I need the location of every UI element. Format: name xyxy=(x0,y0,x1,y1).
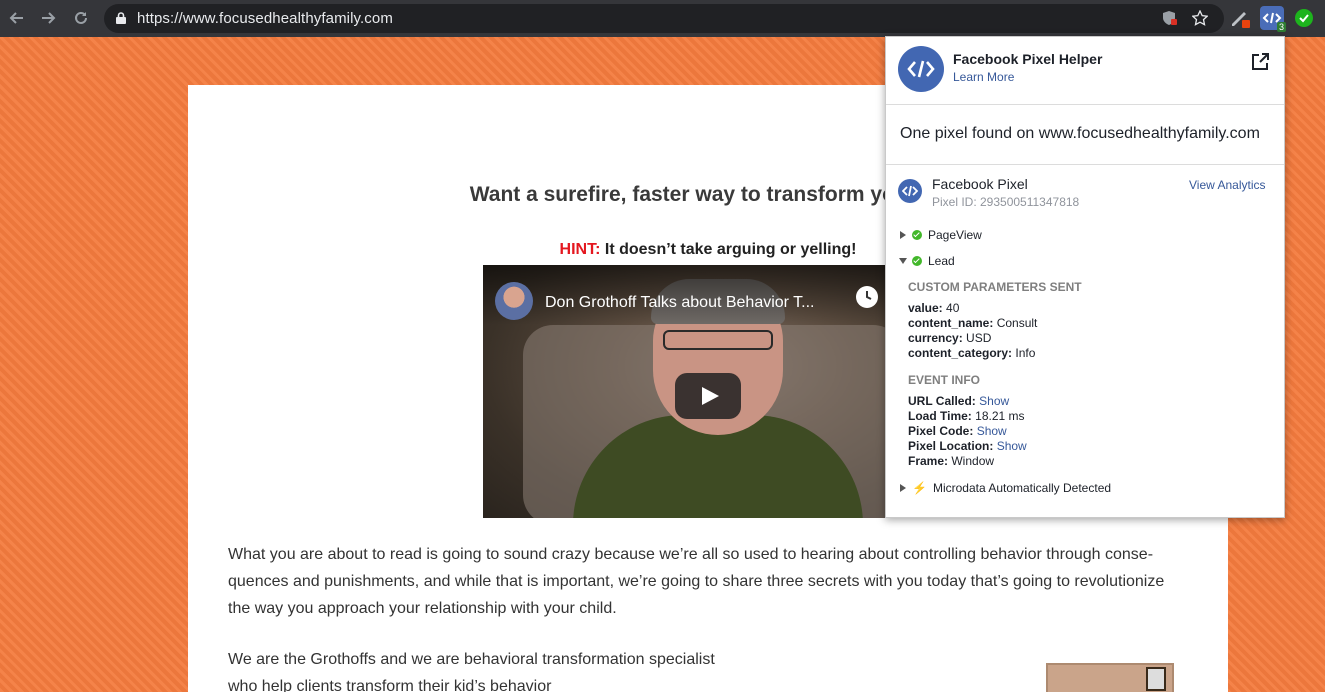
expand-triangle-icon xyxy=(900,231,906,239)
green-extension-icon[interactable] xyxy=(1292,6,1316,30)
bookmark-star-icon[interactable] xyxy=(1192,10,1208,26)
about-line-2: who help clients transform their kid’s b… xyxy=(228,678,552,692)
lightning-bolt-icon: ⚡ xyxy=(912,481,927,495)
channel-avatar[interactable] xyxy=(495,282,533,320)
pixel-name: Facebook Pixel xyxy=(932,176,1028,192)
intro-paragraph: What you are about to read is going to s… xyxy=(228,541,1188,622)
address-bar[interactable]: https://www.focusedhealthyfamily.com xyxy=(104,4,1224,33)
pixel-helper-logo xyxy=(898,46,944,92)
code-brackets-icon xyxy=(902,185,918,197)
event-lead-label: Lead xyxy=(928,254,955,268)
learn-more-link[interactable]: Learn More xyxy=(953,70,1014,84)
param-row: value: 40 xyxy=(908,301,960,315)
show-url-link[interactable]: Show xyxy=(979,394,1009,408)
url-text[interactable]: https://www.focusedhealthyfamily.com xyxy=(137,10,393,27)
event-pageview-row[interactable]: PageView xyxy=(900,227,982,243)
forward-arrow-icon xyxy=(42,12,56,24)
popup-title: Facebook Pixel Helper xyxy=(953,51,1103,67)
family-photo xyxy=(1046,663,1174,692)
external-link-icon[interactable] xyxy=(1250,52,1270,72)
pixel-summary: One pixel found on www.focusedhealthyfam… xyxy=(900,125,1260,142)
back-arrow-icon xyxy=(9,12,23,24)
event-pageview-label: PageView xyxy=(928,228,982,242)
shield-blocked-icon[interactable] xyxy=(1162,10,1178,26)
video-person-glasses xyxy=(663,330,773,350)
video-player[interactable]: Don Grothoff Talks about Behavior T... xyxy=(483,265,933,518)
pixel-helper-extension-button[interactable]: 3 xyxy=(1260,6,1286,32)
reload-icon xyxy=(75,11,87,24)
browser-toolbar: https://www.focusedhealthyfamily.com 3 xyxy=(0,0,1325,37)
back-button[interactable] xyxy=(7,8,27,28)
watch-later-clock-icon[interactable] xyxy=(856,286,878,308)
event-microdata-row[interactable]: ⚡ Microdata Automatically Detected xyxy=(900,480,1111,496)
forward-button[interactable] xyxy=(38,8,58,28)
about-paragraph: We are the Grothoffs and we are behavior… xyxy=(228,646,828,692)
reload-button[interactable] xyxy=(71,8,91,28)
success-check-icon xyxy=(912,256,922,266)
event-info-heading: EVENT INFO xyxy=(908,373,981,387)
divider xyxy=(886,164,1284,165)
success-check-icon xyxy=(912,230,922,240)
event-info-row: Pixel Location: Show xyxy=(908,439,1027,453)
expand-triangle-icon xyxy=(900,484,906,492)
param-row: currency: USD xyxy=(908,331,992,345)
param-row: content_category: Info xyxy=(908,346,1036,360)
about-line-1: We are the Grothoffs and we are behavior… xyxy=(228,651,715,668)
popup-header: Facebook Pixel Helper Learn More xyxy=(886,37,1284,105)
custom-params-heading: CUSTOM PARAMETERS SENT xyxy=(908,280,1082,294)
hint-label: HINT: xyxy=(559,241,601,258)
event-info-row: Pixel Code: Show xyxy=(908,424,1007,438)
video-title[interactable]: Don Grothoff Talks about Behavior T... xyxy=(545,294,815,312)
hint-text: It doesn’t take arguing or yelling! xyxy=(604,241,857,258)
lock-icon xyxy=(116,12,126,24)
view-analytics-link[interactable]: View Analytics xyxy=(1189,178,1265,192)
pixel-id: Pixel ID: 293500511347818 xyxy=(932,195,1080,209)
param-row: content_name: Consult xyxy=(908,316,1038,330)
extension-badge: 3 xyxy=(1276,22,1286,32)
play-button[interactable] xyxy=(675,373,741,419)
event-info-row: URL Called: Show xyxy=(908,394,1010,408)
event-info-row: Frame: Window xyxy=(908,454,995,468)
show-pixel-location-link[interactable]: Show xyxy=(997,439,1027,453)
photo-frame xyxy=(1146,667,1166,691)
event-lead-row[interactable]: Lead xyxy=(899,253,955,269)
show-pixel-code-link[interactable]: Show xyxy=(977,424,1007,438)
code-brackets-icon xyxy=(907,60,935,78)
event-microdata-label: Microdata Automatically Detected xyxy=(932,481,1112,495)
pixel-helper-popup: Facebook Pixel Helper Learn More One pix… xyxy=(885,36,1285,518)
pen-extension-icon[interactable] xyxy=(1228,6,1252,30)
intro-line-2: quences and punishments, and while that … xyxy=(228,573,1165,590)
intro-line-1: What you are about to read is going to s… xyxy=(228,546,1154,563)
event-info-row: Load Time: 18.21 ms xyxy=(908,409,1025,423)
collapse-triangle-icon xyxy=(899,258,907,264)
intro-line-3: the way you approach your relationship w… xyxy=(228,600,617,617)
pixel-logo xyxy=(898,179,922,203)
